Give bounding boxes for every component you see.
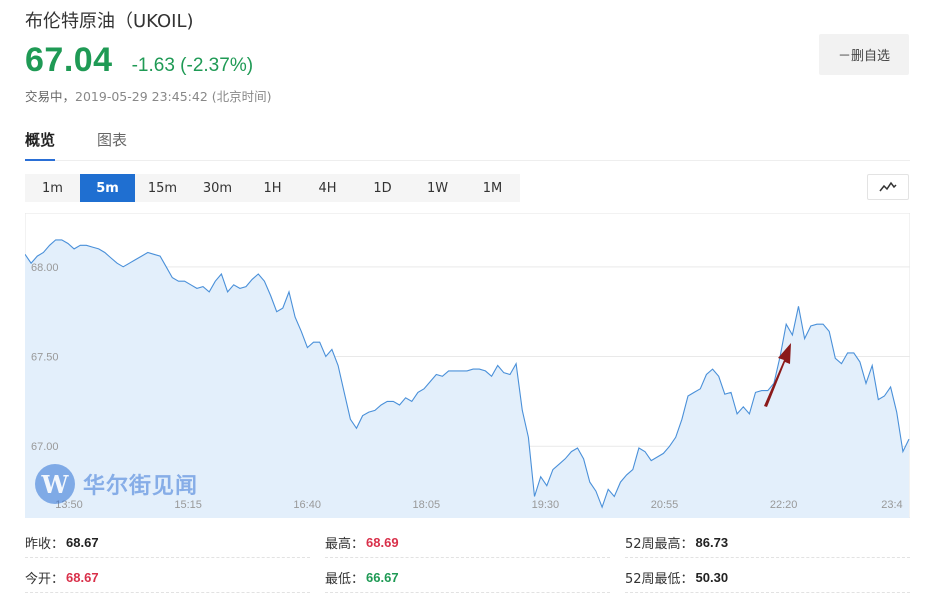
x-tick-label: 18:05 <box>413 499 441 511</box>
period-1mo[interactable]: 1M <box>465 174 520 202</box>
stat-open: 今开： 68.67 <box>25 563 310 593</box>
stat-label: 昨收： <box>25 537 65 552</box>
y-tick-label: 67.00 <box>31 441 59 453</box>
tab-bar: 概览 图表 <box>25 124 910 161</box>
x-tick-label: 19:30 <box>532 499 560 511</box>
period-30m[interactable]: 30m <box>190 174 245 202</box>
status-prefix: 交易中， <box>25 89 76 104</box>
stat-52w-low: 52周最低： 50.30 <box>625 563 910 593</box>
period-1w[interactable]: 1W <box>410 174 465 202</box>
trading-status: 交易中，2019-05-29 23:45:42 (北京时间) <box>25 86 272 105</box>
stat-value: 86.73 <box>695 535 729 550</box>
stat-label: 最高： <box>325 537 365 552</box>
x-tick-label: 20:55 <box>651 499 679 511</box>
stat-value: 68.67 <box>66 570 99 585</box>
x-tick-label: 22:20 <box>770 499 798 511</box>
watermark: W 华尔街见闻 <box>35 464 198 504</box>
stat-label: 今开： <box>25 572 65 587</box>
y-tick-label: 67.50 <box>31 352 59 364</box>
period-selector: 1m 5m 15m 30m 1H 4H 1D 1W 1M <box>25 174 520 202</box>
chart-type-button[interactable] <box>867 174 909 200</box>
stat-high: 最高： 68.69 <box>325 528 610 558</box>
remove-watchlist-button[interactable]: －删自选 <box>819 34 909 75</box>
period-1d[interactable]: 1D <box>355 174 410 202</box>
price-row: 67.04 -1.63 (-2.37%) <box>25 41 253 80</box>
line-chart-icon <box>879 181 897 192</box>
y-tick-label: 68.00 <box>31 262 59 274</box>
stat-low: 最低： 66.67 <box>325 563 610 593</box>
watermark-text: 华尔街见闻 <box>83 473 199 499</box>
period-5m[interactable]: 5m <box>80 174 135 202</box>
price-change: -1.63 (-2.37%) <box>131 55 254 76</box>
stat-label: 最低： <box>325 572 365 587</box>
stat-prev-close: 昨收： 68.67 <box>25 528 310 558</box>
stat-value: 50.30 <box>695 570 729 585</box>
watermark-logo-icon: W <box>35 464 75 504</box>
stat-value: 66.67 <box>366 570 399 585</box>
stat-value: 68.69 <box>366 535 399 550</box>
period-15m[interactable]: 15m <box>135 174 190 202</box>
period-4h[interactable]: 4H <box>300 174 355 202</box>
stat-label: 52周最高： <box>625 537 694 552</box>
last-price: 67.04 <box>25 41 113 79</box>
instrument-title: 布伦特原油（UKOIL) <box>25 11 194 32</box>
tab-overview[interactable]: 概览 <box>25 129 56 161</box>
timestamp: 2019-05-29 23:45:42 (北京时间) <box>75 89 272 104</box>
x-tick-label: 23:4 <box>881 499 902 511</box>
stat-52w-high: 52周最高： 86.73 <box>625 528 910 558</box>
tab-chart[interactable]: 图表 <box>97 129 127 161</box>
x-tick-label: 16:40 <box>293 499 321 511</box>
period-1m[interactable]: 1m <box>25 174 80 202</box>
period-1h[interactable]: 1H <box>245 174 300 202</box>
stat-value: 68.67 <box>66 535 99 550</box>
stat-label: 52周最低： <box>625 572 694 587</box>
